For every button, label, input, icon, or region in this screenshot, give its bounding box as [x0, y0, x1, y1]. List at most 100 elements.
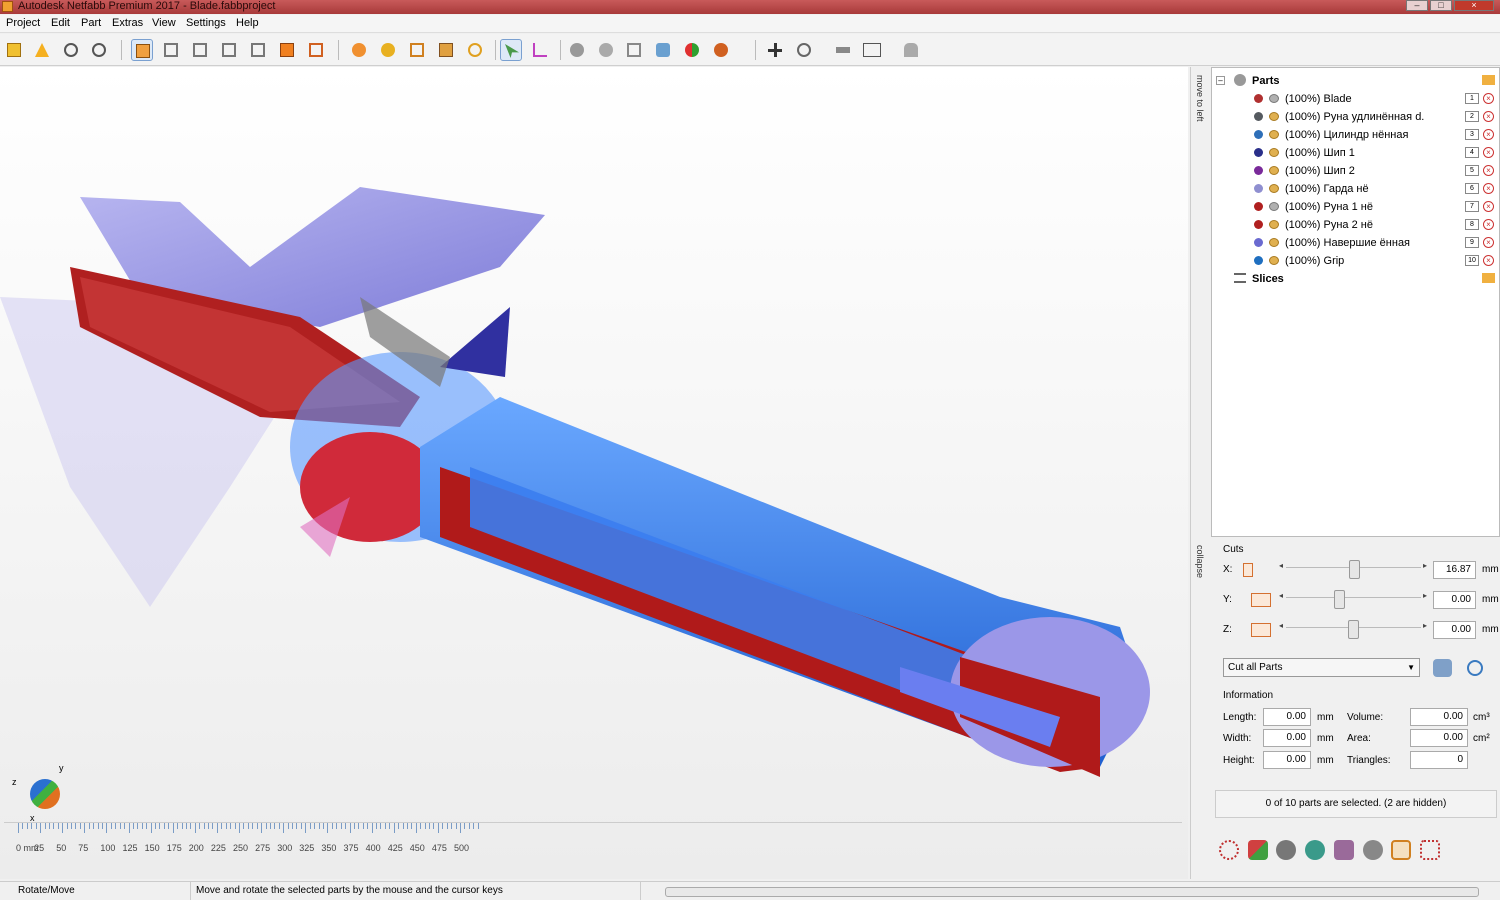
add-button[interactable]: [764, 39, 786, 61]
visibility-eye-icon[interactable]: [1269, 166, 1279, 175]
zoom-all-button[interactable]: [348, 39, 370, 61]
view-top-button[interactable]: [276, 39, 298, 61]
support-button[interactable]: [900, 39, 922, 61]
tree-part-row[interactable]: (100%) Шип 1 4 ×: [1212, 144, 1499, 162]
part-index-badge[interactable]: 3: [1465, 129, 1479, 140]
add-part-button[interactable]: [31, 39, 53, 61]
remove-part-icon[interactable]: ×: [1483, 147, 1494, 158]
remove-part-icon[interactable]: ×: [1483, 165, 1494, 176]
remove-part-icon[interactable]: ×: [1483, 255, 1494, 266]
maximize-button[interactable]: □: [1430, 0, 1452, 11]
view-options-dropdown[interactable]: [710, 39, 732, 61]
color-button[interactable]: [681, 39, 703, 61]
remove-part-icon[interactable]: ×: [1483, 183, 1494, 194]
slider-left-arrow-icon[interactable]: ◂: [1279, 561, 1283, 570]
tree-part-row[interactable]: (100%) Цилиндр нённая 3 ×: [1212, 126, 1499, 144]
view-bottom-button[interactable]: [305, 39, 327, 61]
close-button[interactable]: ×: [1454, 0, 1494, 11]
view-left-button[interactable]: [218, 39, 240, 61]
horizontal-scrollbar[interactable]: [665, 887, 1479, 897]
slider-right-arrow-icon[interactable]: ▸: [1423, 561, 1427, 570]
remove-part-icon[interactable]: ×: [1483, 219, 1494, 230]
slider-thumb[interactable]: [1334, 590, 1346, 609]
mesh-analysis-icon[interactable]: [1248, 840, 1268, 860]
part-index-badge[interactable]: 6: [1465, 183, 1479, 194]
move-to-left-tab[interactable]: move to left: [1195, 75, 1205, 122]
shading-button[interactable]: [595, 39, 617, 61]
rotate-tool-button[interactable]: [529, 39, 551, 61]
menu-part[interactable]: Part: [81, 17, 101, 29]
view-front-button[interactable]: [160, 39, 182, 61]
part-index-badge[interactable]: 7: [1465, 201, 1479, 212]
remove-part-icon[interactable]: ×: [1483, 111, 1494, 122]
view-back-button[interactable]: [189, 39, 211, 61]
minimize-button[interactable]: –: [1406, 0, 1428, 11]
folder-icon[interactable]: [1482, 75, 1495, 85]
menu-project[interactable]: Project: [6, 17, 40, 29]
tree-part-row[interactable]: (100%) Навершие ённая 9 ×: [1212, 234, 1499, 252]
cut-y-plane-icon[interactable]: [1251, 593, 1271, 607]
boolean-icon[interactable]: [1305, 840, 1325, 860]
remove-part-icon[interactable]: ×: [1483, 93, 1494, 104]
menu-extras[interactable]: Extras: [112, 17, 143, 29]
visibility-eye-icon[interactable]: [1269, 238, 1279, 247]
slider-left-arrow-icon[interactable]: ◂: [1279, 591, 1283, 600]
grid-icon[interactable]: [1420, 840, 1440, 860]
cut-z-plane-icon[interactable]: [1251, 623, 1271, 637]
part-index-badge[interactable]: 2: [1465, 111, 1479, 122]
section-button[interactable]: [623, 39, 645, 61]
tree-part-row[interactable]: (100%) Руна 2 нё 8 ×: [1212, 216, 1499, 234]
reset-cut-icon[interactable]: [1467, 660, 1483, 676]
menu-settings[interactable]: Settings: [186, 17, 226, 29]
label-dropdown[interactable]: [861, 39, 883, 61]
select-tool-button[interactable]: [500, 39, 522, 61]
tree-part-row[interactable]: (100%) Руна 1 нё 7 ×: [1212, 198, 1499, 216]
tree-slices[interactable]: Slices: [1212, 270, 1499, 288]
measure-button[interactable]: [566, 39, 588, 61]
zoom-box-button[interactable]: [435, 39, 457, 61]
menu-edit[interactable]: Edit: [51, 17, 70, 29]
visibility-eye-icon[interactable]: [1269, 148, 1279, 157]
cut-z-value[interactable]: 0.00: [1433, 621, 1476, 639]
remove-part-icon[interactable]: ×: [1483, 129, 1494, 140]
zoom-selected-button[interactable]: [377, 39, 399, 61]
collapse-tab[interactable]: collapse: [1195, 545, 1205, 578]
part-index-badge[interactable]: 1: [1465, 93, 1479, 104]
part-index-badge[interactable]: 9: [1465, 237, 1479, 248]
zoom-platform-button[interactable]: [406, 39, 428, 61]
folder-icon[interactable]: [1482, 273, 1495, 283]
part-index-badge[interactable]: 5: [1465, 165, 1479, 176]
cut-x-plane-icon[interactable]: [1243, 563, 1253, 577]
3d-viewport[interactable]: y z x 0 mm 25 50 75 100 125 150 175 200 225 250 275…: [0, 67, 1188, 879]
slider-left-arrow-icon[interactable]: ◂: [1279, 621, 1283, 630]
execute-cut-icon[interactable]: [1433, 659, 1452, 677]
repair-dropdown[interactable]: [793, 39, 815, 61]
remove-part-icon[interactable]: ×: [1483, 237, 1494, 248]
menu-help[interactable]: Help: [236, 17, 259, 29]
visibility-eye-icon[interactable]: [1269, 130, 1279, 139]
slider-right-arrow-icon[interactable]: ▸: [1423, 621, 1427, 630]
smooth-icon[interactable]: [1363, 840, 1383, 860]
tree-part-row[interactable]: (100%) Grip 10 ×: [1212, 252, 1499, 270]
collapse-toggle-icon[interactable]: –: [1216, 76, 1225, 85]
part-index-badge[interactable]: 8: [1465, 219, 1479, 230]
new-part-button[interactable]: [88, 39, 110, 61]
cut-y-slider[interactable]: [1286, 590, 1421, 609]
ruler-button[interactable]: [832, 39, 854, 61]
view-default-button[interactable]: [131, 39, 153, 61]
slider-thumb[interactable]: [1349, 560, 1361, 579]
cut-mode-select[interactable]: Cut all Parts ▼: [1223, 658, 1420, 677]
frame-icon[interactable]: [1391, 840, 1411, 860]
tree-root-parts[interactable]: – Parts: [1212, 72, 1499, 90]
tree-part-row[interactable]: (100%) Гарда нё 6 ×: [1212, 180, 1499, 198]
platform-button[interactable]: [652, 39, 674, 61]
visibility-eye-icon[interactable]: [1269, 184, 1279, 193]
part-index-badge[interactable]: 4: [1465, 147, 1479, 158]
part-index-badge[interactable]: 10: [1465, 255, 1479, 266]
tree-part-row[interactable]: (100%) Шип 2 5 ×: [1212, 162, 1499, 180]
visibility-eye-icon[interactable]: [1269, 112, 1279, 121]
visibility-eye-icon[interactable]: [1269, 256, 1279, 265]
visibility-eye-icon[interactable]: [1269, 94, 1279, 103]
merge-icon[interactable]: [1276, 840, 1296, 860]
tree-part-row[interactable]: (100%) Blade 1 ×: [1212, 90, 1499, 108]
